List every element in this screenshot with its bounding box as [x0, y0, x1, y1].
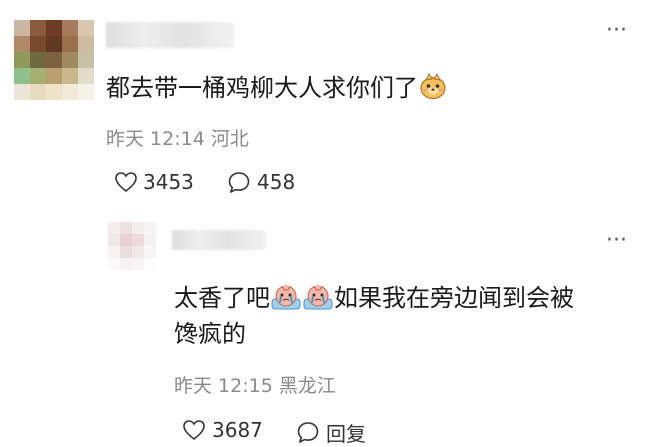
comment-meta: 昨天 12:14 河北	[106, 124, 249, 151]
comment-like-count: 3453	[143, 170, 194, 194]
reply-text-part-1: 太香了吧	[174, 284, 270, 312]
comment-reply-button[interactable]: 458	[227, 170, 295, 194]
comment-time: 昨天 12:14	[106, 128, 205, 150]
speech-bubble-icon	[297, 422, 319, 443]
reply-location: 黑龙江	[278, 375, 336, 397]
commenter-avatar[interactable]	[14, 20, 94, 100]
reply-time: 昨天 12:15	[174, 375, 273, 397]
comment-text: 都去带一桶鸡柳大人求你们了	[106, 70, 448, 112]
heart-icon	[183, 420, 205, 441]
reply-like-count: 3687	[212, 418, 263, 442]
reply-text-part-3: 馋疯的	[174, 320, 246, 348]
replier-name[interactable]	[172, 230, 266, 250]
reply-text-line-2: 馋疯的	[174, 316, 246, 353]
crying-face-emoji	[302, 283, 334, 322]
more-options-icon[interactable]: ···	[606, 230, 627, 252]
comment-text-content: 都去带一桶鸡柳大人求你们了	[106, 74, 418, 102]
comment-location: 河北	[210, 128, 249, 150]
reply-like-button[interactable]: 3687	[182, 418, 263, 442]
reply-button[interactable]: 回复	[296, 418, 366, 447]
speech-bubble-icon	[228, 171, 250, 193]
comment-like-button[interactable]: 3453	[114, 170, 194, 194]
reply-text-part-2: 如果我在旁边闻到会被	[334, 284, 574, 312]
more-options-icon[interactable]: ···	[606, 20, 627, 42]
reply-meta: 昨天 12:15 黑龙江	[174, 371, 336, 398]
comment-reply-count: 458	[257, 170, 296, 194]
replier-avatar[interactable]	[108, 222, 156, 270]
commenter-name[interactable]	[106, 22, 234, 48]
reply-button-label: 回复	[326, 422, 366, 446]
heart-icon	[115, 172, 137, 193]
crying-face-emoji	[270, 283, 302, 322]
dog-face-emoji	[418, 71, 448, 112]
